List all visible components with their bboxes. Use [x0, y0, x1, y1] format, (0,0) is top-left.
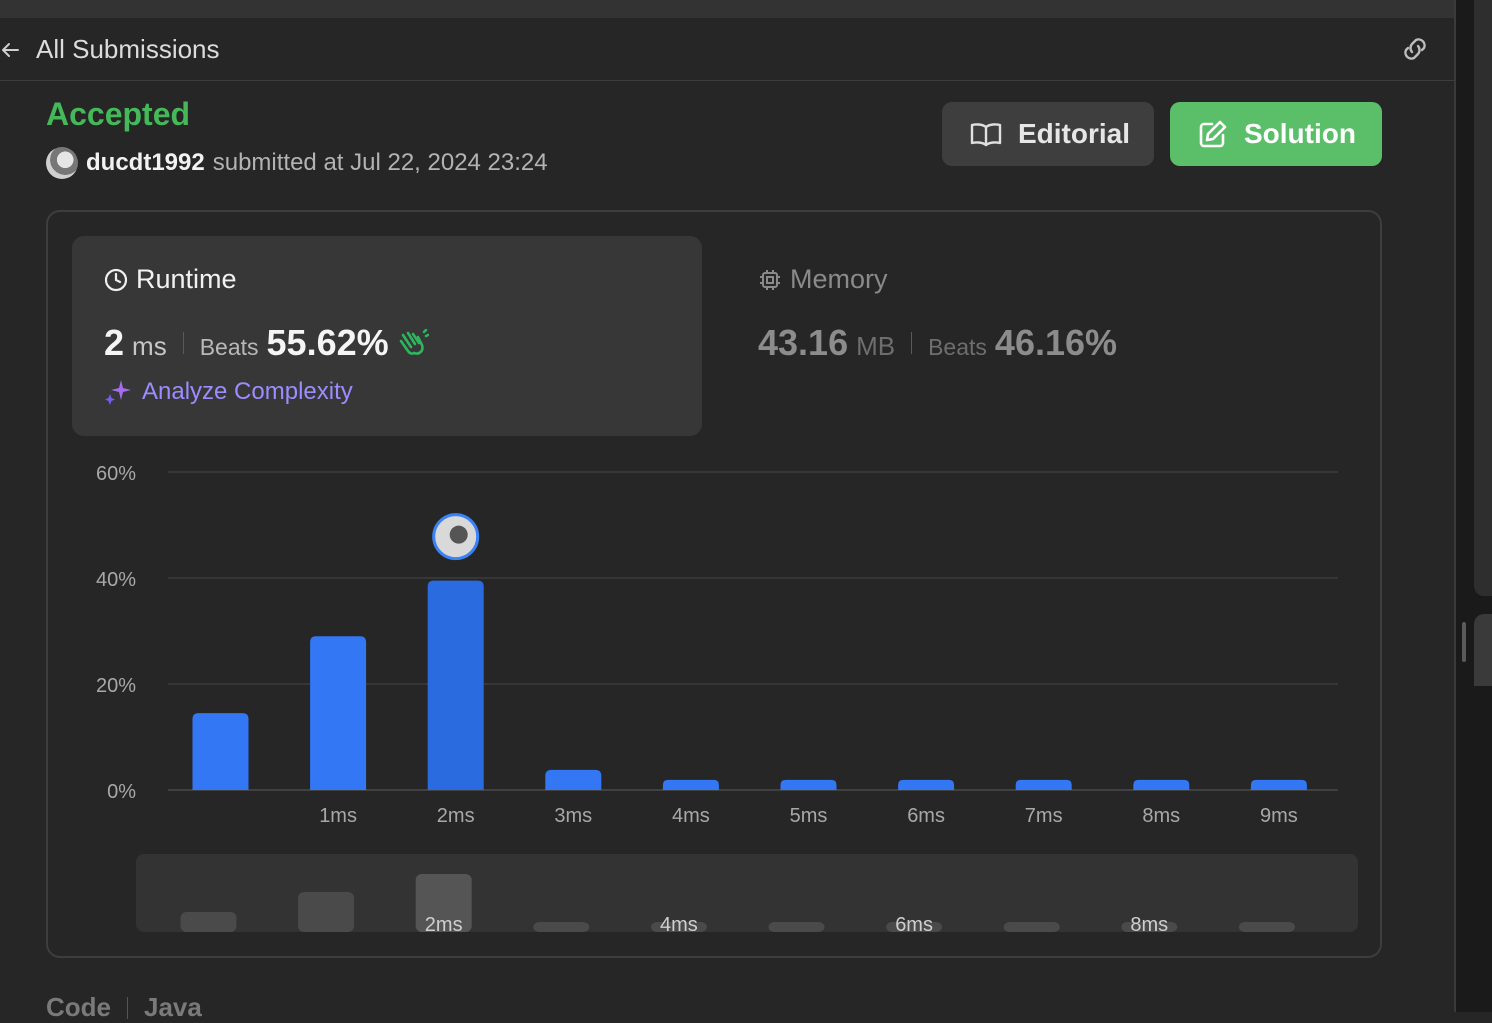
chart-bar[interactable] [310, 636, 367, 790]
book-icon [970, 123, 1002, 147]
editorial-button[interactable]: Editorial [942, 102, 1154, 166]
overview-label: 2ms [425, 914, 463, 936]
solution-button[interactable]: Solution [1170, 102, 1382, 166]
code-section-header: Code Java [46, 992, 202, 1023]
submission-status: Accepted [46, 96, 191, 132]
overview-label: 4ms [660, 914, 698, 936]
x-tick-label: 9ms [1260, 805, 1298, 827]
x-tick-label: 8ms [1142, 805, 1180, 827]
avatar[interactable] [46, 147, 78, 179]
chart-bar[interactable] [1015, 779, 1072, 790]
side-panel-top [1474, 0, 1492, 596]
chart-bar[interactable] [780, 779, 837, 790]
overview-bar [533, 922, 590, 932]
overview-bar [768, 922, 825, 932]
overview-bar [298, 892, 355, 932]
submission-meta: ducdt1992 submitted at Jul 22, 2024 23:2… [46, 146, 548, 180]
x-tick-label: 1ms [319, 805, 357, 827]
x-tick-label: 6ms [907, 805, 945, 827]
chart-bar[interactable] [662, 779, 719, 790]
submission-header: All Submissions [0, 18, 1454, 81]
username[interactable]: ducdt1992 [86, 149, 205, 177]
resize-handle[interactable] [1462, 622, 1466, 662]
chart-bar[interactable] [192, 713, 249, 790]
x-tick-label: 5ms [790, 805, 828, 827]
overview-label: 6ms [895, 914, 933, 936]
all-submissions-link[interactable]: All Submissions [36, 34, 220, 65]
x-tick-label: 2ms [437, 805, 475, 827]
divider [127, 996, 128, 1019]
top-bar [0, 0, 1454, 18]
submitted-time: submitted at Jul 22, 2024 23:24 [212, 149, 548, 176]
back-arrow-icon[interactable] [0, 40, 20, 60]
result-card: Runtime 2 ms Beats 55.62% Analyze Comple… [46, 210, 1382, 958]
chart-bar[interactable] [1250, 779, 1307, 790]
chart-bar[interactable] [427, 580, 484, 790]
overview-bar [1003, 922, 1060, 932]
x-tick-label: 3ms [554, 805, 592, 827]
avatar-face [449, 525, 468, 544]
right-panel-rail [1454, 0, 1492, 1012]
language-label: Java [144, 992, 202, 1022]
share-link-icon[interactable] [1398, 34, 1432, 64]
y-tick-label: 0% [107, 781, 136, 803]
runtime-distribution-chart: 0% 20% 40% 60% 1ms 2ms 3ms 4ms 5ms 6ms 7ms 8ms 9ms 2m… [96, 463, 1358, 936]
y-tick-label: 60% [96, 463, 136, 485]
code-label: Code [46, 992, 111, 1022]
chart-bar[interactable] [898, 779, 955, 790]
editorial-label: Editorial [1018, 118, 1131, 149]
y-tick-label: 20% [96, 675, 136, 697]
overview-label: 8ms [1130, 914, 1168, 936]
side-panel-bottom [1474, 614, 1492, 686]
y-tick-label: 40% [96, 569, 136, 591]
edit-icon [1199, 120, 1227, 148]
solution-label: Solution [1244, 118, 1356, 149]
x-tick-label: 7ms [1025, 805, 1063, 827]
overview-bar [180, 912, 237, 932]
x-tick-label: 4ms [672, 805, 710, 827]
overview-bar [1238, 922, 1295, 932]
chart-bar[interactable] [545, 769, 602, 790]
chart-bar[interactable] [1133, 779, 1190, 790]
